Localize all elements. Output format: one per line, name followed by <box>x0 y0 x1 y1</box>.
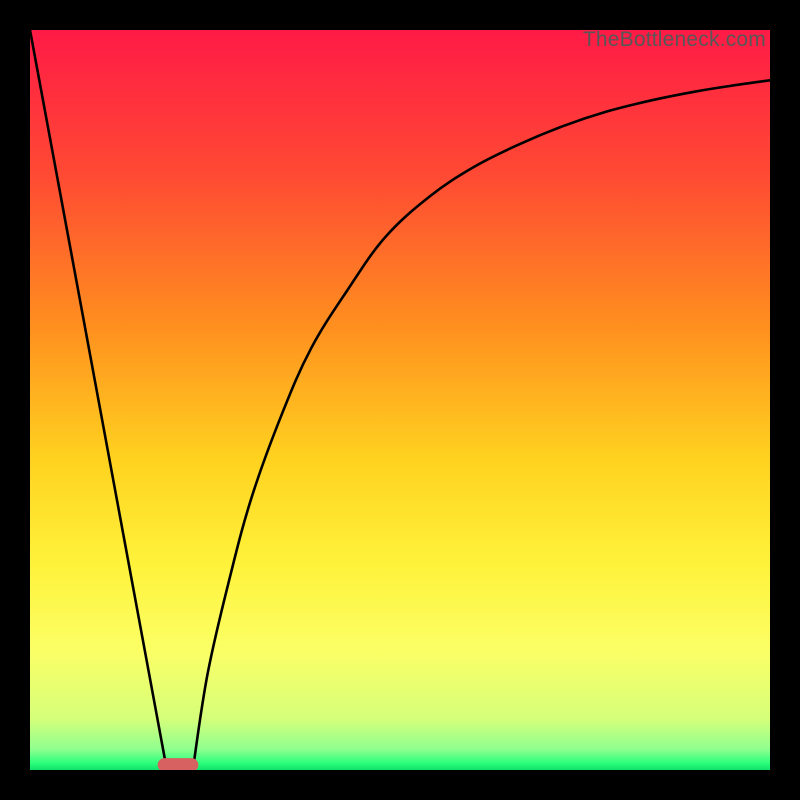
descending-line <box>30 30 167 770</box>
chart-frame: TheBottleneck.com <box>0 0 800 800</box>
plot-area <box>30 30 770 770</box>
curves-layer <box>30 30 770 770</box>
bottom-pill <box>158 758 199 770</box>
ascending-curve <box>193 80 770 770</box>
watermark-text: TheBottleneck.com <box>583 28 766 52</box>
